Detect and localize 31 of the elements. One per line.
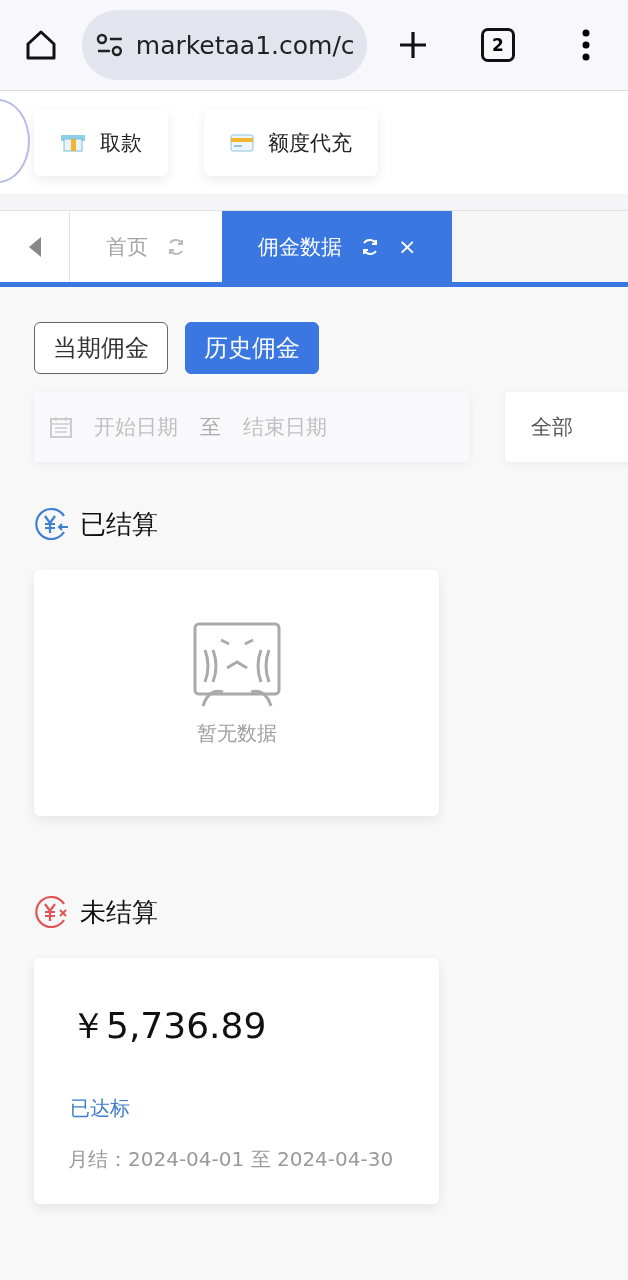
shortcut-button[interactable]: 额度代充 [204, 109, 378, 176]
period-toggle[interactable]: 历史佣金 [185, 322, 319, 374]
home-icon[interactable] [24, 28, 58, 62]
status-select[interactable]: 全部 [505, 392, 628, 462]
yuan-cross-icon [34, 894, 70, 930]
atm-icon [60, 132, 86, 153]
amount: ￥5,736.89 [70, 1004, 268, 1048]
section-title: 未结算 [80, 895, 158, 929]
page-tab[interactable]: 佣金数据 × [222, 211, 453, 282]
menu-icon[interactable] [581, 29, 591, 61]
yuan-return-icon [34, 506, 70, 542]
shortcut-button[interactable]: 取款 [34, 109, 168, 176]
refresh-icon[interactable] [360, 236, 380, 257]
close-icon[interactable]: × [398, 234, 417, 259]
calendar-icon [50, 416, 72, 438]
settlement-period: 月结：2024-04-01 至 2024-04-30 [68, 1146, 395, 1173]
card-icon [230, 133, 254, 152]
scroll-left-button[interactable] [0, 211, 70, 282]
no-data-icon [192, 621, 281, 708]
status-text: 已达标 [70, 1095, 131, 1122]
site-settings-icon[interactable] [96, 33, 124, 57]
plus-icon[interactable] [397, 29, 429, 61]
address-bar[interactable]: marketaa1.com/c [82, 10, 367, 80]
left-arrow-icon [28, 236, 41, 257]
end-date-placeholder: 结束日期 [243, 414, 327, 441]
empty-message: 暂无数据 [196, 719, 277, 747]
period-toggle[interactable]: 当期佣金 [34, 322, 168, 374]
tab-count[interactable]: 2 [481, 28, 515, 62]
section-title: 已结算 [80, 507, 158, 541]
start-date-placeholder: 开始日期 [94, 414, 178, 441]
range-separator: 至 [200, 414, 221, 441]
